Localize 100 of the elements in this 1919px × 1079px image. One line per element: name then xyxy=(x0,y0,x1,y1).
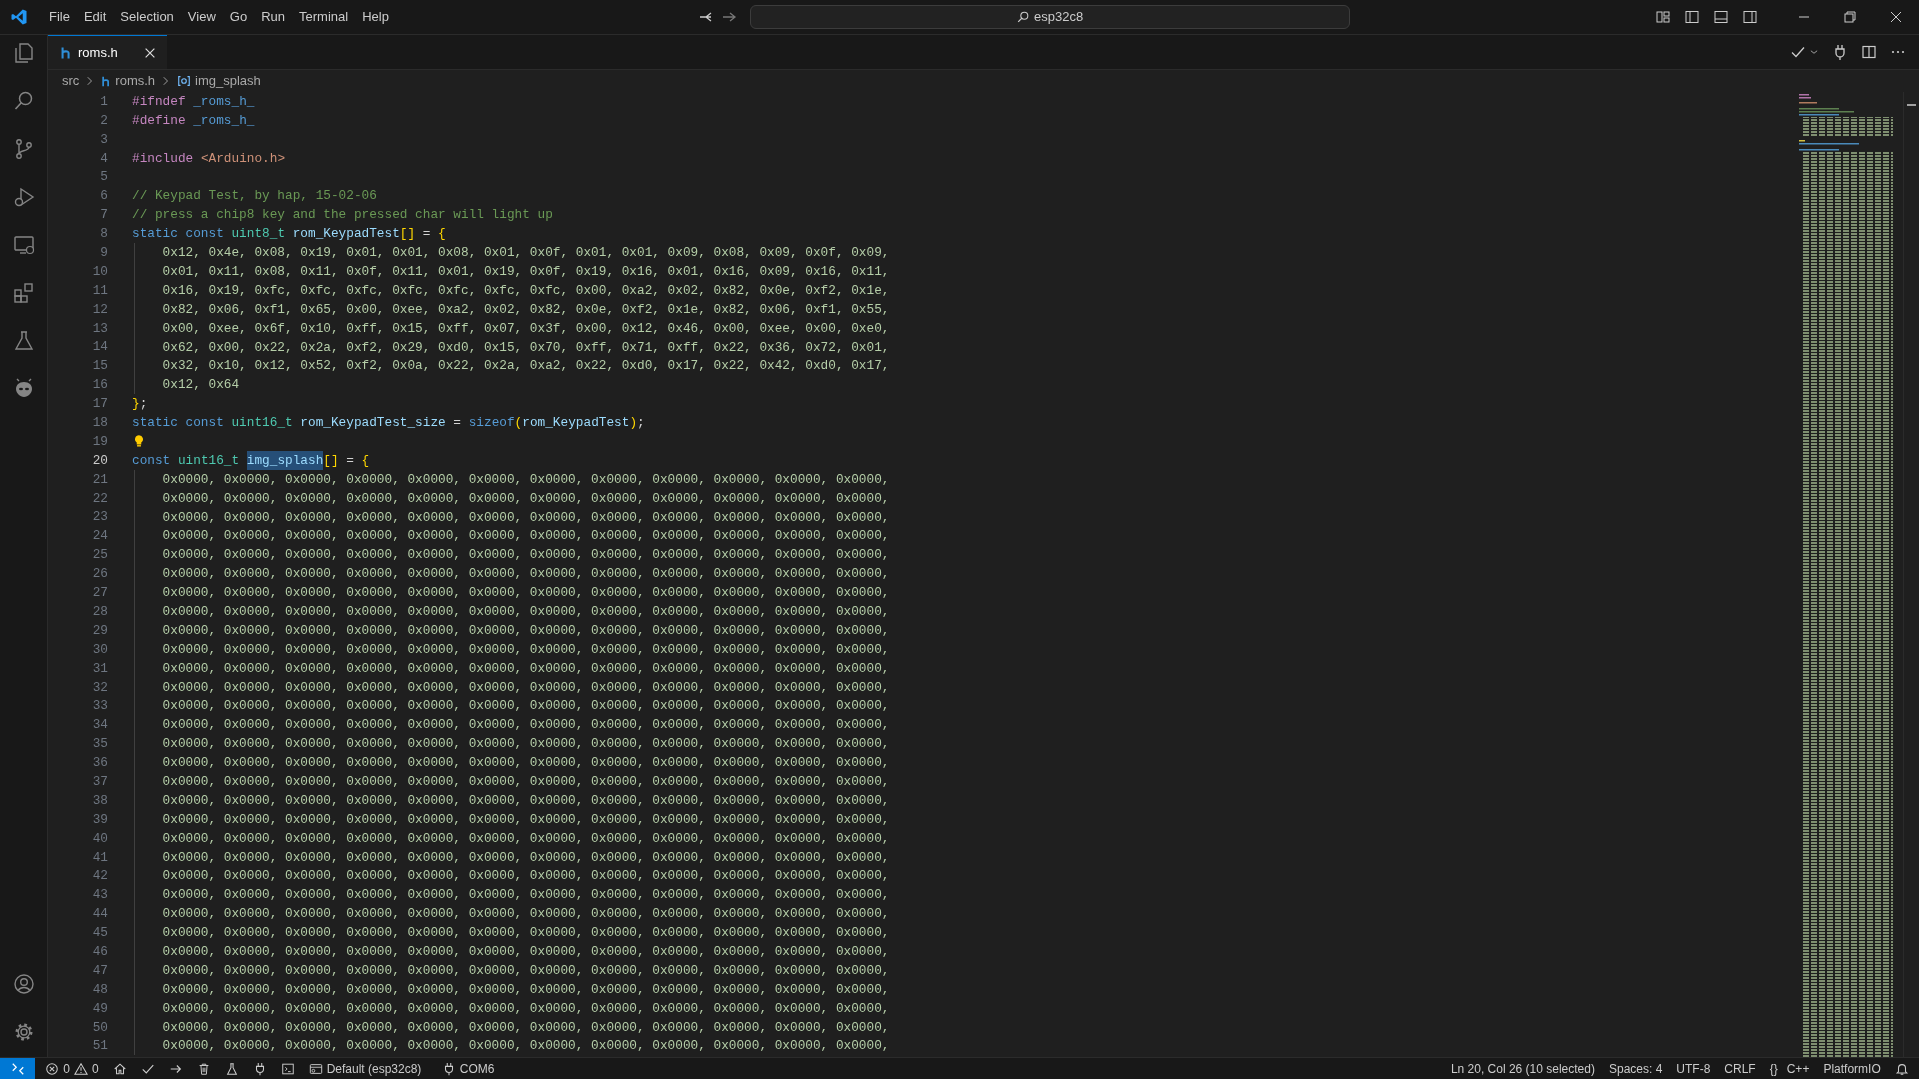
line-number: 21 xyxy=(91,470,108,489)
remote-icon xyxy=(10,1061,25,1076)
line-number: 16 xyxy=(91,376,108,395)
menu-item[interactable]: Terminal xyxy=(292,4,356,30)
line-number: 19 xyxy=(91,432,108,451)
breadcrumb-item[interactable]: img_splash xyxy=(175,71,263,91)
line-number: 37 xyxy=(91,772,108,791)
line-number: 43 xyxy=(91,886,108,905)
line-number: 30 xyxy=(91,640,108,659)
line-number: 23 xyxy=(91,508,108,527)
line-number: 34 xyxy=(91,716,108,735)
split-editor-icon[interactable] xyxy=(1861,44,1877,60)
line-number: 40 xyxy=(91,829,108,848)
line-number: 39 xyxy=(91,810,108,829)
line-number: 36 xyxy=(91,754,108,773)
line-number: 47 xyxy=(91,961,108,980)
line-number: 8 xyxy=(99,225,108,244)
error-icon xyxy=(45,1061,60,1076)
code-line: #define _roms_h_ xyxy=(132,111,255,130)
line-number: 11 xyxy=(91,281,108,300)
line-number: 31 xyxy=(91,659,108,678)
menu-item[interactable]: Edit xyxy=(76,4,114,30)
menu-item[interactable]: File xyxy=(42,4,77,30)
line-number: 26 xyxy=(91,565,108,584)
line-number: 22 xyxy=(91,489,108,508)
code-line: // Keypad Test, by hap, 15-02-06 xyxy=(132,187,377,206)
plug-icon[interactable] xyxy=(1832,44,1848,60)
line-number: 33 xyxy=(91,697,108,716)
header-file-icon xyxy=(101,74,112,88)
line-number: 20 xyxy=(91,451,108,470)
line-number: 44 xyxy=(91,905,108,924)
menu-item[interactable]: View xyxy=(180,4,223,30)
remote-button[interactable] xyxy=(0,1058,35,1079)
line-number: 17 xyxy=(91,395,108,414)
line-number: 42 xyxy=(91,867,108,886)
line-number: 12 xyxy=(91,300,108,319)
line-number: 45 xyxy=(91,924,108,943)
menu-item[interactable]: Go xyxy=(222,4,255,30)
line-number: 27 xyxy=(91,584,108,603)
status-item[interactable]: {} xyxy=(1762,1058,1780,1079)
line-number: 6 xyxy=(99,187,108,206)
menu-item[interactable]: Run xyxy=(254,4,292,30)
search-text: esp32c8 xyxy=(1034,8,1084,27)
line-number: 15 xyxy=(91,357,108,376)
code-line: #ifndef _roms_h_ xyxy=(132,92,255,111)
line-number: 41 xyxy=(91,848,108,867)
close-icon[interactable] xyxy=(1888,9,1904,25)
status-item[interactable]: UTF-8 xyxy=(1669,1058,1718,1079)
breadcrumb-item[interactable]: roms.h xyxy=(99,71,158,91)
code-line: #include <Arduino.h> xyxy=(132,149,286,168)
line-number: 5 xyxy=(99,168,108,187)
environment-icon xyxy=(308,1061,323,1076)
line-number: 2 xyxy=(99,111,108,130)
environment-button[interactable]: Default (esp32c8) xyxy=(301,1058,429,1079)
lightbulb-icon[interactable] xyxy=(132,433,146,450)
check-icon[interactable] xyxy=(1790,44,1806,60)
breadcrumb-item[interactable]: src xyxy=(60,71,82,91)
restore-icon[interactable] xyxy=(1842,9,1858,25)
line-number: 14 xyxy=(91,338,108,357)
search-field[interactable]: esp32c8 xyxy=(749,5,1350,29)
line-number: 1 xyxy=(99,92,108,111)
line-number: 3 xyxy=(99,130,108,149)
extensions-icon[interactable] xyxy=(11,281,36,305)
code-line: // press a chip8 key and the pressed char will light up xyxy=(132,206,553,225)
line-number: 4 xyxy=(99,149,108,168)
status-item[interactable]: CRLF xyxy=(1717,1058,1763,1079)
search-icon xyxy=(1016,10,1031,24)
code-line: }; xyxy=(132,395,148,414)
line-number: 9 xyxy=(99,244,108,262)
menu-item[interactable]: Help xyxy=(355,4,396,30)
line-number: 38 xyxy=(91,791,108,810)
symbol-icon xyxy=(177,74,192,88)
line-number: 51 xyxy=(91,1037,108,1056)
status-item[interactable]: Spaces: 4 xyxy=(1601,1058,1670,1079)
remote-explorer-icon[interactable] xyxy=(11,233,36,257)
cursor-marker xyxy=(1907,104,1916,106)
line-number: 13 xyxy=(91,319,108,338)
app-logo xyxy=(10,8,28,26)
code-line: const uint16_t img_splash[] = { xyxy=(132,450,370,470)
status-item[interactable]: PlatformIO xyxy=(1816,1058,1888,1079)
account-icon[interactable] xyxy=(11,972,36,996)
code-line: static const uint8_t rom_KeypadTest[] = { xyxy=(132,225,446,244)
line-number: 46 xyxy=(91,942,108,961)
menu-item[interactable]: Selection xyxy=(113,4,181,30)
editor-tab[interactable]: roms.h xyxy=(48,35,168,69)
warning-icon xyxy=(73,1061,88,1076)
line-number: 50 xyxy=(91,1018,108,1037)
code-line: static const uint16_t rom_KeypadTest_size = sizeof(rom_KeypadTest); xyxy=(132,414,645,433)
problems-button[interactable]: 0 0 xyxy=(38,1058,106,1079)
line-number: 25 xyxy=(91,546,108,565)
status-item[interactable]: C++ xyxy=(1779,1058,1817,1079)
port-button[interactable]: COM6 xyxy=(434,1058,502,1079)
line-number: 49 xyxy=(91,999,108,1018)
header-file-icon xyxy=(60,45,72,60)
line-number: 18 xyxy=(91,414,108,433)
line-number: 24 xyxy=(91,527,108,546)
line-number: 48 xyxy=(91,980,108,999)
line-number: 35 xyxy=(91,735,108,754)
status-item[interactable]: Ln 20, Col 26 (10 selected) xyxy=(1443,1058,1602,1079)
line-number: 28 xyxy=(91,602,108,621)
